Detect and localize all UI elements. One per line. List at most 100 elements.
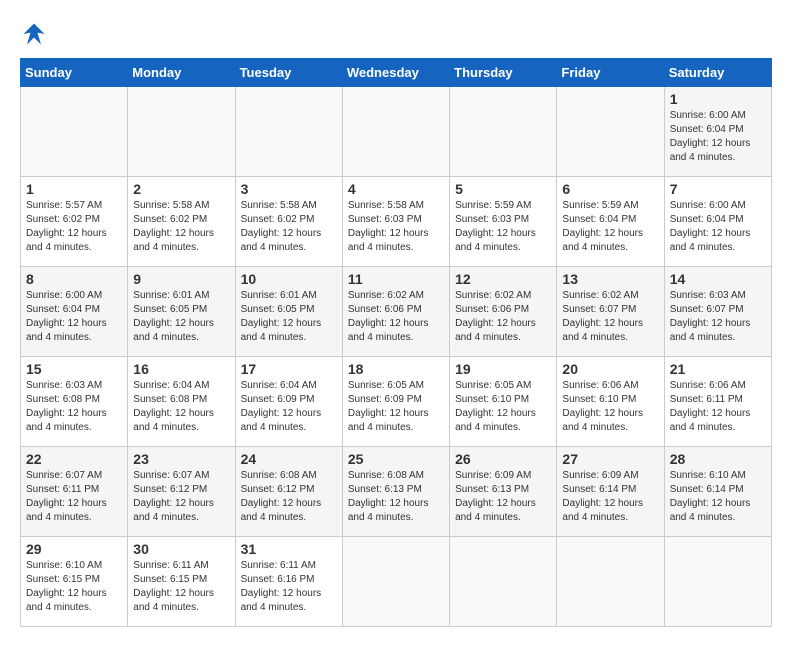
day-info: Sunrise: 6:02 AMSunset: 6:06 PMDaylight:… [455,289,551,345]
calendar-cell: 2Sunrise: 5:58 AMSunset: 6:02 PMDaylight… [128,177,235,267]
day-info: Sunrise: 6:06 AMSunset: 6:11 PMDaylight:… [670,379,766,435]
week-row-2: 1 Sunrise: 5:57 AMSunset: 6:02 PMDaylight… [21,177,772,267]
day-number: 18 [348,361,444,377]
calendar-cell [664,537,771,627]
week-row-3: 8 Sunrise: 6:00 AMSunset: 6:04 PMDaylight… [21,267,772,357]
calendar-cell [557,87,664,177]
calendar-cell: 9Sunrise: 6:01 AMSunset: 6:05 PMDaylight… [128,267,235,357]
calendar-cell: 10 Sunrise: 6:01 AMSunset: 6:05 PMDayligh… [235,267,342,357]
calendar-cell [557,537,664,627]
day-number: 25 [348,451,444,467]
header-cell-friday: Friday [557,59,664,87]
day-number: 8 [26,271,122,287]
calendar-cell: 26Sunrise: 6:09 AMSunset: 6:13 PMDayligh… [450,447,557,537]
day-number: 21 [670,361,766,377]
header-cell-wednesday: Wednesday [342,59,449,87]
day-number: 9 [133,271,229,287]
calendar-cell: 1 Sunrise: 5:57 AMSunset: 6:02 PMDaylight… [21,177,128,267]
calendar-cell: 23Sunrise: 6:07 AMSunset: 6:12 PMDayligh… [128,447,235,537]
calendar-cell [21,87,128,177]
calendar-cell: 7 Sunrise: 6:00 AMSunset: 6:04 PMDaylight… [664,177,771,267]
day-number: 4 [348,181,444,197]
day-info: Sunrise: 6:08 AMSunset: 6:13 PMDaylight:… [348,469,444,525]
page-header [20,20,772,48]
day-info: Sunrise: 5:58 AMSunset: 6:03 PMDaylight:… [348,199,444,255]
calendar-cell [342,537,449,627]
day-info: Sunrise: 6:00 AMSunset: 6:04 PMDaylight:… [670,199,766,255]
calendar-cell: 19Sunrise: 6:05 AMSunset: 6:10 PMDayligh… [450,357,557,447]
day-info: Sunrise: 5:57 AMSunset: 6:02 PMDaylight:… [26,199,122,255]
calendar-cell: 25 Sunrise: 6:08 AMSunset: 6:13 PMDayligh… [342,447,449,537]
header-cell-thursday: Thursday [450,59,557,87]
day-info: Sunrise: 6:05 AMSunset: 6:09 PMDaylight:… [348,379,444,435]
calendar-cell: 24Sunrise: 6:08 AMSunset: 6:12 PMDayligh… [235,447,342,537]
calendar-header: SundayMondayTuesdayWednesdayThursdayFrid… [21,59,772,87]
day-number: 17 [241,361,337,377]
day-info: Sunrise: 6:10 AMSunset: 6:14 PMDaylight:… [670,469,766,525]
calendar-cell: 11 Sunrise: 6:02 AMSunset: 6:06 PMDayligh… [342,267,449,357]
calendar-cell: 15 Sunrise: 6:03 AMSunset: 6:08 PMDayligh… [21,357,128,447]
day-info: Sunrise: 6:11 AMSunset: 6:16 PMDaylight:… [241,559,337,615]
calendar-cell [450,87,557,177]
day-number: 20 [562,361,658,377]
day-info: Sunrise: 6:02 AMSunset: 6:06 PMDaylight:… [348,289,444,345]
day-number: 27 [562,451,658,467]
day-number: 16 [133,361,229,377]
header-cell-monday: Monday [128,59,235,87]
week-row-5: 22Sunrise: 6:07 AMSunset: 6:11 PMDayligh… [21,447,772,537]
day-number: 14 [670,271,766,287]
day-number: 15 [26,361,122,377]
day-number: 31 [241,541,337,557]
day-number: 11 [348,271,444,287]
calendar-cell: 27 Sunrise: 6:09 AMSunset: 6:14 PMDayligh… [557,447,664,537]
logo [20,20,52,48]
calendar-cell: 17Sunrise: 6:04 AMSunset: 6:09 PMDayligh… [235,357,342,447]
day-info: Sunrise: 6:05 AMSunset: 6:10 PMDaylight:… [455,379,551,435]
day-number: 12 [455,271,551,287]
calendar-cell: 21 Sunrise: 6:06 AMSunset: 6:11 PMDayligh… [664,357,771,447]
calendar-cell: 29Sunrise: 6:10 AMSunset: 6:15 PMDayligh… [21,537,128,627]
header-cell-sunday: Sunday [21,59,128,87]
day-number: 30 [133,541,229,557]
calendar-cell: 31 Sunrise: 6:11 AMSunset: 6:16 PMDayligh… [235,537,342,627]
day-info: Sunrise: 5:58 AMSunset: 6:02 PMDaylight:… [241,199,337,255]
day-number: 6 [562,181,658,197]
calendar-cell: 8 Sunrise: 6:00 AMSunset: 6:04 PMDaylight… [21,267,128,357]
calendar-cell: 30 Sunrise: 6:11 AMSunset: 6:15 PMDayligh… [128,537,235,627]
day-number: 28 [670,451,766,467]
calendar-cell: 6Sunrise: 5:59 AMSunset: 6:04 PMDaylight… [557,177,664,267]
calendar-cell: 22Sunrise: 6:07 AMSunset: 6:11 PMDayligh… [21,447,128,537]
day-info: Sunrise: 6:09 AMSunset: 6:14 PMDaylight:… [562,469,658,525]
calendar-cell: 20Sunrise: 6:06 AMSunset: 6:10 PMDayligh… [557,357,664,447]
day-info: Sunrise: 6:03 AMSunset: 6:07 PMDaylight:… [670,289,766,345]
day-number: 2 [133,181,229,197]
day-info: Sunrise: 6:00 AMSunset: 6:04 PMDaylight:… [26,289,122,345]
calendar-cell: 28 Sunrise: 6:10 AMSunset: 6:14 PMDayligh… [664,447,771,537]
day-number: 10 [241,271,337,287]
calendar-cell: 16 Sunrise: 6:04 AMSunset: 6:08 PMDayligh… [128,357,235,447]
day-info: Sunrise: 6:04 AMSunset: 6:08 PMDaylight:… [133,379,229,435]
calendar-table: SundayMondayTuesdayWednesdayThursdayFrid… [20,58,772,627]
calendar-cell: 3 Sunrise: 5:58 AMSunset: 6:02 PMDaylight… [235,177,342,267]
day-info: Sunrise: 6:11 AMSunset: 6:15 PMDaylight:… [133,559,229,615]
calendar-cell: 4 Sunrise: 5:58 AMSunset: 6:03 PMDaylight… [342,177,449,267]
day-info: Sunrise: 6:02 AMSunset: 6:07 PMDaylight:… [562,289,658,345]
day-info: Sunrise: 6:07 AMSunset: 6:11 PMDaylight:… [26,469,122,525]
day-number: 5 [455,181,551,197]
day-number: 7 [670,181,766,197]
calendar-cell [342,87,449,177]
calendar-cell [235,87,342,177]
day-number: 1 [26,181,122,197]
day-number: 13 [562,271,658,287]
day-info: Sunrise: 6:00 AMSunset: 6:04 PMDaylight:… [670,109,766,165]
day-number: 24 [241,451,337,467]
day-info: Sunrise: 6:03 AMSunset: 6:08 PMDaylight:… [26,379,122,435]
day-info: Sunrise: 6:01 AMSunset: 6:05 PMDaylight:… [241,289,337,345]
day-number: 1 [670,91,766,107]
day-number: 29 [26,541,122,557]
day-info: Sunrise: 5:59 AMSunset: 6:03 PMDaylight:… [455,199,551,255]
day-info: Sunrise: 6:07 AMSunset: 6:12 PMDaylight:… [133,469,229,525]
calendar-cell: 18 Sunrise: 6:05 AMSunset: 6:09 PMDayligh… [342,357,449,447]
day-number: 3 [241,181,337,197]
day-number: 26 [455,451,551,467]
